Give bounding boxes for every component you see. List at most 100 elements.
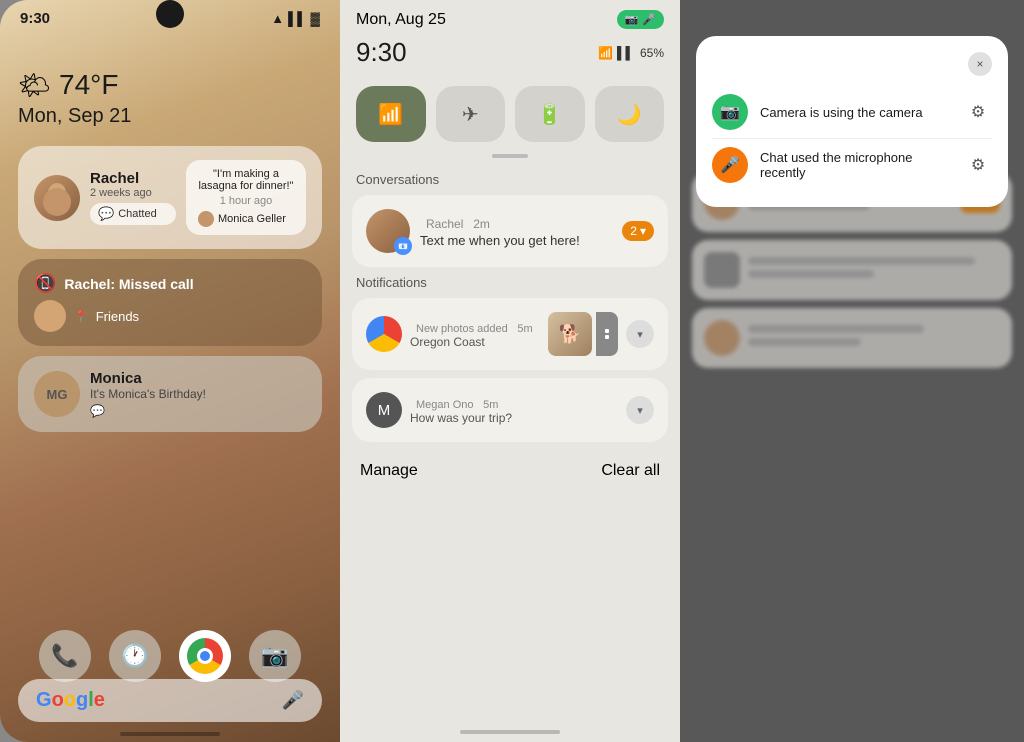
notif-drag-handle: [492, 154, 528, 158]
dock-phone-button[interactable]: 📞: [39, 630, 91, 682]
rachel-chatted-widget[interactable]: Rachel 2 weeks ago 💬 Chatted "I'm making…: [18, 146, 322, 249]
mic-settings-button[interactable]: ⚙: [964, 151, 992, 179]
photos-expand-button[interactable]: ▾: [626, 320, 654, 348]
battery-percent: 65%: [640, 46, 664, 60]
monica-chatted-badge: 💬: [90, 404, 306, 418]
privacy-indicator-card: × 📷 Camera is using the camera ⚙ 🎤 Chat …: [696, 36, 1008, 207]
microphone-icon[interactable]: 🎤: [282, 690, 304, 711]
home-time: 9:30: [20, 10, 50, 27]
manage-button[interactable]: Manage: [360, 462, 418, 480]
home-dock: 📞 🕐 📷: [0, 630, 340, 682]
megan-row: M Megan Ono 5m How was your trip? ▾: [366, 392, 654, 428]
camera-active-icon: 📷: [625, 13, 639, 26]
wifi-qs-icon: 📶: [378, 102, 403, 127]
airplane-quick-toggle[interactable]: ✈: [436, 86, 506, 142]
battery-icon: ▓: [311, 11, 320, 26]
signal-icon: ▌▌: [288, 11, 306, 26]
privacy-close-button[interactable]: ×: [968, 52, 992, 76]
google-photos-icon: [366, 316, 402, 352]
conversation-time: 1 hour ago: [198, 195, 294, 207]
mic-in-use-icon: 🎤: [712, 147, 748, 183]
camera-icon: 📷: [261, 643, 288, 669]
battery-icons: 📶 ▌▌: [598, 46, 634, 60]
mic-privacy-label: Chat used the microphone recently: [760, 150, 952, 180]
dock-chrome-button[interactable]: [179, 630, 231, 682]
airplane-icon: ✈: [462, 102, 479, 127]
camera-settings-button[interactable]: ⚙: [964, 98, 992, 126]
dark-mode-toggle[interactable]: 🌙: [595, 86, 665, 142]
notif-footer: Manage Clear all: [340, 450, 680, 492]
rachel-name: Rachel: [90, 170, 176, 187]
rachel-time-label: 2 weeks ago: [90, 187, 176, 199]
privacy-indicator-panel: × 📷 Camera is using the camera ⚙ 🎤 Chat …: [680, 0, 1024, 742]
clear-all-button[interactable]: Clear all: [601, 462, 660, 480]
notif-time-row: 9:30 📶 ▌▌ 65%: [340, 37, 680, 78]
chatted-badge: 💬 Chatted: [90, 203, 176, 225]
rachel-avatar: [34, 175, 80, 221]
blurred-background-content: [680, 160, 1024, 742]
friends-widget: 📍 Friends: [34, 300, 306, 332]
conversation-sender-row: Monica Geller: [198, 211, 294, 227]
wifi-quick-toggle[interactable]: 📶: [356, 86, 426, 142]
photos-notif-row: New photos added 5m Oregon Coast 🐕 ▾: [366, 312, 654, 356]
camera-privacy-icon: 📷: [720, 102, 740, 122]
home-date: Mon, Sep 21: [18, 105, 322, 128]
camera-privacy-label: Camera is using the camera: [760, 105, 952, 120]
sender-avatar-small: [198, 211, 214, 227]
badge-count: 2: [630, 224, 637, 238]
notif-status-bar: Mon, Aug 25 📷 🎤: [340, 0, 680, 37]
rachel-conv-message: Text me when you get here!: [420, 233, 612, 248]
home-widgets: 🌤 74°F Mon, Sep 21 Rachel 2 weeks ago 💬 …: [0, 57, 340, 454]
monica-initials: MG: [47, 387, 68, 402]
rachel-conv-info: Rachel 2m Text me when you get here!: [420, 215, 612, 248]
dock-camera-button[interactable]: 📷: [249, 630, 301, 682]
photos-notification-card[interactable]: New photos added 5m Oregon Coast 🐕 ▾: [352, 298, 668, 370]
megan-expand-button[interactable]: ▾: [626, 396, 654, 424]
phone-icon: 📞: [51, 643, 78, 669]
missed-call-icon: 📵: [34, 273, 56, 294]
camera-in-use-icon: 📷: [712, 94, 748, 130]
privacy-card-header: ×: [712, 52, 992, 76]
missed-call-label: Rachel: Missed call: [64, 276, 193, 292]
notif-status-icons: 📷 🎤: [617, 10, 664, 29]
megan-notification-card[interactable]: M Megan Ono 5m How was your trip? ▾: [352, 378, 668, 442]
photo-thumb-2: [596, 312, 618, 356]
battery-saver-toggle[interactable]: 🔋: [515, 86, 585, 142]
megan-icon: M: [366, 392, 402, 428]
friends-avatar: [34, 300, 66, 332]
gear-icon-2: ⚙: [971, 155, 985, 175]
rachel-conv-row: Rachel 2m Text me when you get here! 2 ▾: [366, 209, 654, 253]
photos-info: New photos added 5m Oregon Coast: [410, 320, 540, 349]
camera-active-indicator: 📷 🎤: [617, 10, 664, 29]
notification-panel: Mon, Aug 25 📷 🎤 9:30 📶 ▌▌ 65% 📶 ✈ 🔋: [340, 0, 680, 742]
battery-saver-icon: 🔋: [537, 102, 562, 127]
home-search-bar[interactable]: Google 🎤: [18, 679, 322, 722]
home-screen: 9:30 ▲ ▌▌ ▓ 🌤 74°F Mon, Sep 21 Rachel 2 …: [0, 0, 340, 742]
gear-icon: ⚙: [971, 102, 985, 122]
mic-privacy-icon: 🎤: [720, 155, 740, 175]
notif-date: Mon, Aug 25: [356, 11, 446, 29]
weather-widget: 🌤 74°F: [18, 69, 322, 101]
notif-battery-area: 📶 ▌▌ 65%: [598, 46, 664, 60]
signal-icon: ▌▌: [617, 46, 634, 60]
quick-settings-row: 📶 ✈ 🔋 🌙: [340, 78, 680, 154]
dark-mode-icon: 🌙: [617, 102, 642, 127]
rachel-conversation-card[interactable]: Rachel 2m Text me when you get here! 2 ▾: [352, 195, 668, 267]
dock-clock-button[interactable]: 🕐: [109, 630, 161, 682]
expand-badge[interactable]: 2 ▾: [622, 221, 654, 241]
monica-message: It's Monica's Birthday!: [90, 387, 306, 401]
friends-icon: 📍: [74, 310, 88, 323]
notif-gesture-bar: [460, 730, 560, 734]
monica-widget[interactable]: MG Monica It's Monica's Birthday! 💬: [18, 356, 322, 432]
google-logo: Google: [36, 689, 105, 712]
monica-chat-icon: 💬: [90, 404, 105, 418]
rachel-info: Rachel 2 weeks ago 💬 Chatted: [90, 170, 176, 225]
rachel-conv-name: Rachel 2m: [420, 215, 612, 231]
missed-call-widget[interactable]: 📵 Rachel: Missed call 📍 Friends: [18, 259, 322, 346]
notif-time: 9:30: [356, 37, 407, 68]
photos-title: New photos added 5m: [410, 320, 540, 335]
home-gesture-bar: [120, 732, 220, 736]
monica-name: Monica: [90, 370, 306, 387]
photos-thumbnails: 🐕: [548, 312, 618, 356]
notifications-section-label: Notifications: [340, 275, 680, 298]
